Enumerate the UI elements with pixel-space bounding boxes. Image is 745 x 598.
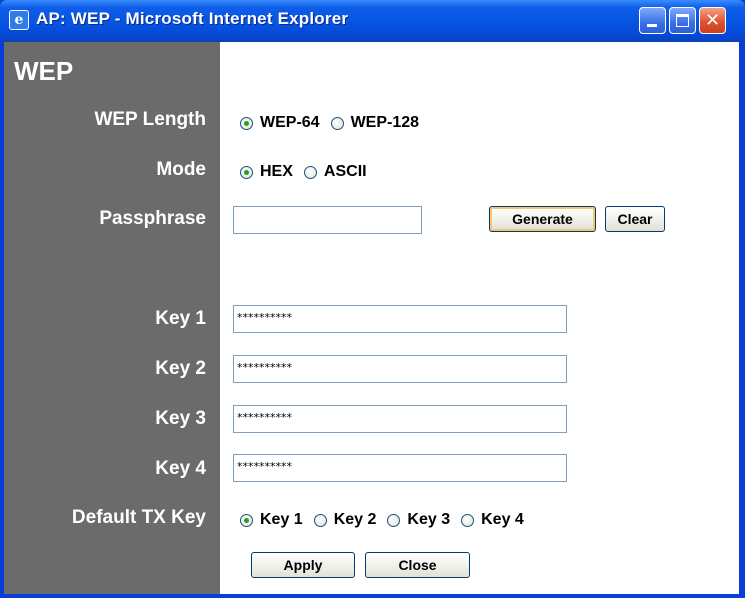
close-button[interactable]: Close: [365, 552, 470, 578]
radio-unchecked-icon[interactable]: [330, 116, 344, 130]
maximize-icon: [676, 14, 689, 27]
ascii-label: ASCII: [323, 163, 367, 180]
key-3-input[interactable]: **********: [233, 405, 567, 433]
radio-unchecked-icon[interactable]: [303, 165, 317, 179]
tx-key-1-radio[interactable]: Key 1: [240, 511, 303, 529]
apply-button[interactable]: Apply: [251, 552, 355, 578]
tx-key-3-radio[interactable]: Key 3: [387, 511, 450, 529]
default-tx-key-label: Default TX Key: [71, 507, 206, 528]
key-3-label: Key 3: [155, 408, 206, 429]
window-title: AP: WEP - Microsoft Internet Explorer: [36, 9, 349, 28]
radio-checked-icon[interactable]: [240, 116, 253, 130]
hex-radio[interactable]: HEX: [240, 163, 293, 181]
hex-label: HEX: [260, 163, 293, 180]
key-4-label: Key 4: [155, 458, 206, 479]
wep-64-label: WEP-64: [260, 114, 320, 131]
tx-key-1-label: Key 1: [260, 511, 303, 528]
tx-key-4-radio[interactable]: Key 4: [461, 511, 524, 529]
tx-key-4-label: Key 4: [481, 511, 524, 528]
radio-checked-icon[interactable]: [240, 513, 253, 527]
mode-group: HEX ASCII: [240, 160, 378, 184]
wep-64-radio[interactable]: WEP-64: [240, 114, 320, 132]
clear-button[interactable]: Clear: [605, 206, 665, 232]
close-icon: ✕: [704, 10, 721, 31]
ie-icon[interactable]: e: [9, 10, 29, 30]
page-title: WEP: [14, 56, 74, 86]
wep-128-radio[interactable]: WEP-128: [330, 114, 420, 132]
default-tx-key-group: Key 1 Key 2 Key 3 Key 4: [240, 508, 535, 532]
generate-button[interactable]: Generate: [489, 206, 596, 232]
tx-key-3-label: Key 3: [407, 511, 451, 528]
page-content: WEP WEP Length Mode Passphrase Key 1 Key…: [4, 42, 739, 594]
radio-unchecked-icon[interactable]: [313, 513, 327, 527]
key-1-label: Key 1: [155, 308, 206, 329]
passphrase-label: Passphrase: [99, 208, 206, 229]
minimize-button[interactable]: [639, 7, 666, 34]
tx-key-2-radio[interactable]: Key 2: [313, 511, 377, 529]
title-bar[interactable]: e AP: WEP - Microsoft Internet Explorer …: [0, 0, 745, 42]
ascii-radio[interactable]: ASCII: [303, 163, 367, 181]
wep-length-label: WEP Length: [94, 109, 206, 130]
wep-128-label: WEP-128: [350, 114, 420, 131]
label-column: WEP WEP Length Mode Passphrase Key 1 Key…: [4, 42, 220, 594]
passphrase-input[interactable]: [233, 206, 422, 234]
maximize-button[interactable]: [669, 7, 696, 34]
wep-length-group: WEP-64 WEP-128: [240, 111, 430, 135]
radio-checked-icon[interactable]: [240, 165, 253, 179]
tx-key-2-label: Key 2: [333, 511, 377, 528]
browser-window: e AP: WEP - Microsoft Internet Explorer …: [0, 0, 745, 598]
radio-unchecked-icon[interactable]: [387, 513, 401, 527]
key-2-label: Key 2: [155, 358, 206, 379]
key-4-input[interactable]: **********: [233, 454, 567, 482]
close-window-button[interactable]: ✕: [699, 7, 726, 34]
minimize-icon: [647, 24, 657, 27]
radio-unchecked-icon[interactable]: [461, 513, 475, 527]
mode-label: Mode: [156, 159, 206, 180]
key-1-input[interactable]: **********: [233, 305, 567, 333]
key-2-input[interactable]: **********: [233, 355, 567, 383]
